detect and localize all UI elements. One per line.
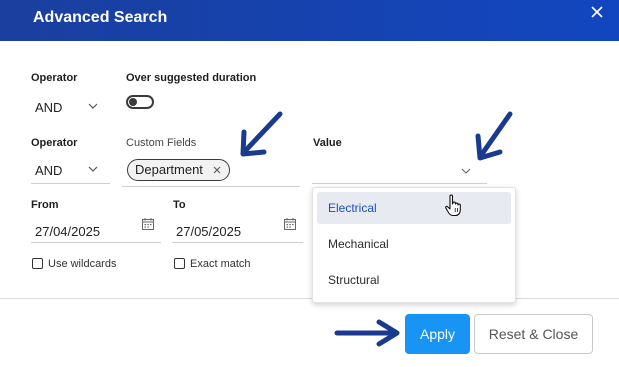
- dropdown-option-structural[interactable]: Structural: [317, 264, 511, 296]
- chip-remove-icon[interactable]: [213, 166, 221, 174]
- operator-value-1: AND: [35, 100, 63, 115]
- to-label: To: [173, 199, 186, 211]
- hand-cursor-icon: [445, 194, 461, 217]
- to-date-input[interactable]: 27/05/2025: [172, 214, 303, 243]
- from-date-input[interactable]: 27/04/2025: [31, 214, 161, 243]
- wildcards-label: Use wildcards: [48, 258, 117, 270]
- operator-label-2: Operator: [31, 137, 78, 149]
- operator-select-2[interactable]: AND: [31, 155, 110, 184]
- duration-toggle[interactable]: [126, 95, 154, 109]
- dropdown-option-mechanical[interactable]: Mechanical: [317, 228, 511, 260]
- operator-select-1[interactable]: AND: [31, 92, 107, 120]
- annotation-arrow-icon: [240, 111, 283, 157]
- value-select[interactable]: [312, 155, 487, 184]
- option-label: Mechanical: [328, 237, 389, 251]
- from-label: From: [31, 199, 59, 211]
- chevron-down-icon: [461, 168, 471, 174]
- calendar-icon[interactable]: [142, 218, 154, 230]
- duration-label: Over suggested duration: [126, 72, 257, 84]
- operator-label-1: Operator: [31, 72, 78, 84]
- value-label: Value: [313, 137, 342, 149]
- from-date-value: 27/04/2025: [35, 224, 101, 239]
- chip-label: Department: [135, 162, 203, 177]
- wildcards-checkbox[interactable]: [32, 258, 43, 269]
- close-icon[interactable]: [590, 5, 604, 19]
- to-date-value: 27/05/2025: [176, 224, 242, 239]
- custom-fields-label: Custom Fields: [126, 137, 197, 149]
- custom-fields-underline: [122, 186, 300, 187]
- dialog-header: Advanced Search: [0, 0, 619, 41]
- dialog-title: Advanced Search: [33, 9, 168, 26]
- calendar-icon[interactable]: [284, 218, 296, 230]
- option-label: Structural: [328, 273, 380, 287]
- chevron-down-icon: [88, 103, 98, 109]
- annotation-arrow-icon: [475, 111, 513, 161]
- toggle-knob: [129, 98, 137, 106]
- custom-field-chip: Department: [127, 159, 230, 181]
- reset-close-button[interactable]: Reset & Close: [474, 314, 593, 354]
- apply-button[interactable]: Apply: [405, 314, 470, 354]
- footer-divider: [0, 298, 619, 299]
- value-dropdown: Electrical Mechanical Structural: [312, 187, 516, 303]
- operator-value-2: AND: [35, 163, 63, 178]
- option-label: Electrical: [328, 201, 377, 215]
- chevron-down-icon: [88, 166, 98, 172]
- dropdown-option-electrical[interactable]: Electrical: [317, 192, 511, 224]
- exact-match-label: Exact match: [190, 258, 251, 270]
- annotation-arrow-icon: [334, 319, 400, 347]
- exact-match-checkbox[interactable]: [174, 258, 185, 269]
